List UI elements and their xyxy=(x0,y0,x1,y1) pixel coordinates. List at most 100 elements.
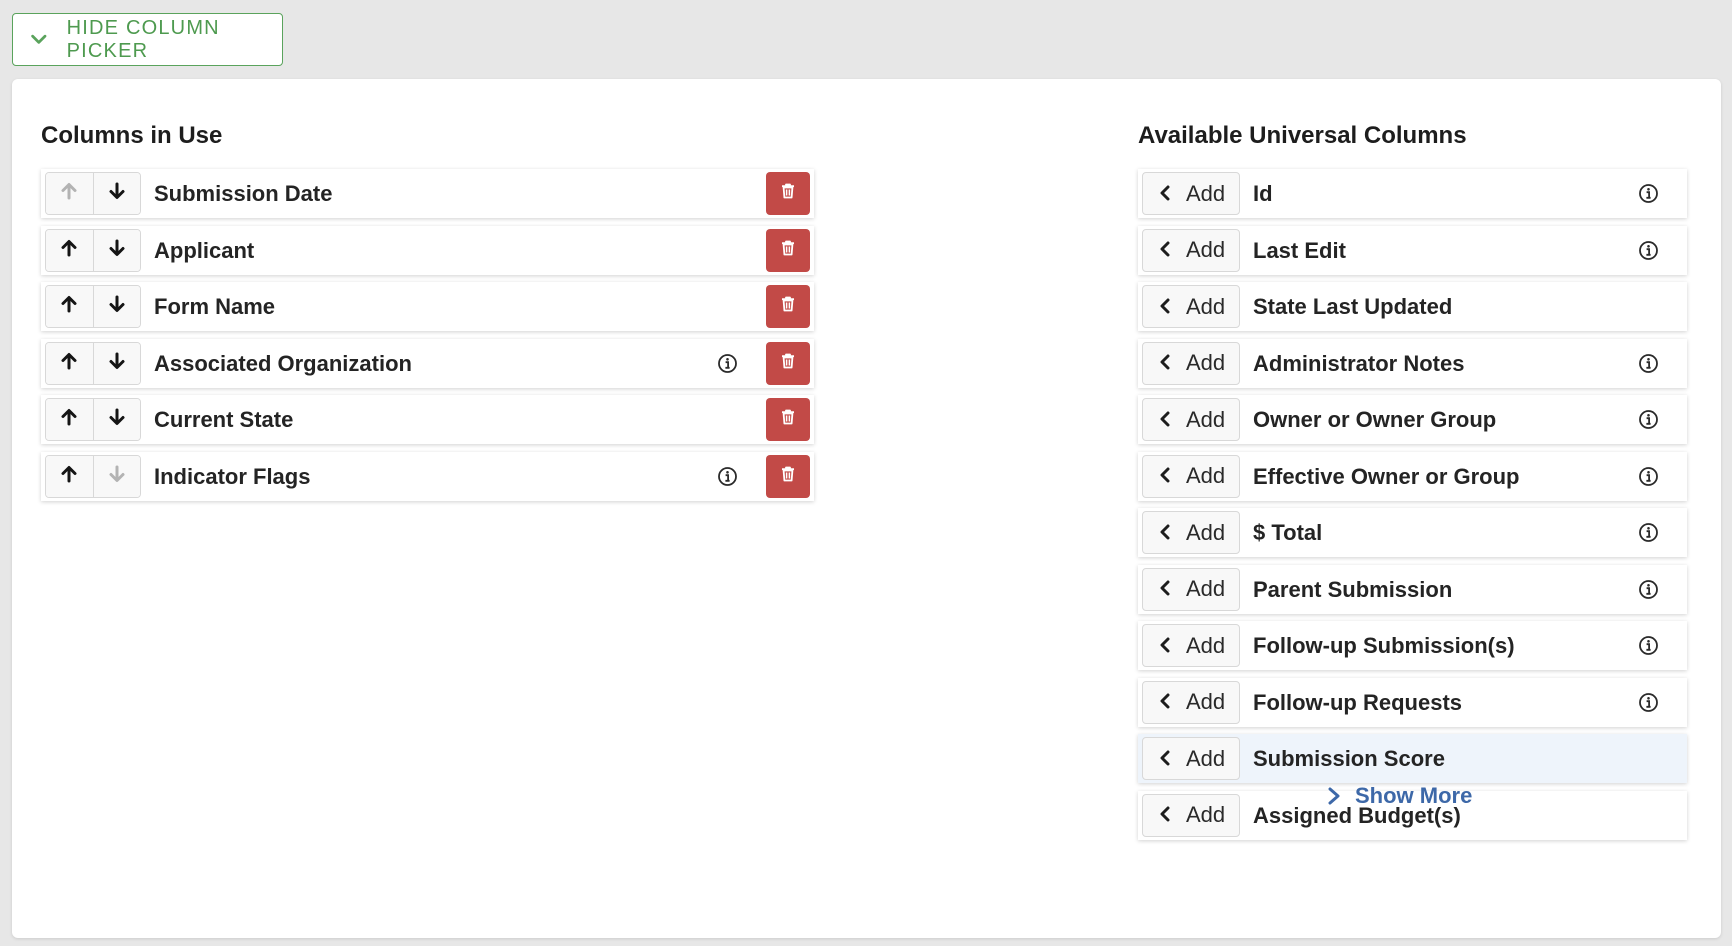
show-more-link[interactable]: Show More xyxy=(1327,783,1472,809)
trash-icon xyxy=(781,409,795,430)
arrow-up-icon xyxy=(60,182,78,205)
hide-column-picker-button[interactable]: HIDE COLUMN PICKER xyxy=(12,13,283,66)
chevron-left-icon xyxy=(1158,802,1186,828)
remove-column-button[interactable] xyxy=(766,285,810,328)
move-down-button[interactable] xyxy=(92,173,140,214)
column-label: $ Total xyxy=(1253,520,1323,545)
column-label: Owner or Owner Group xyxy=(1253,407,1497,432)
arrow-up-icon xyxy=(60,408,78,431)
add-column-button[interactable]: Add xyxy=(1142,624,1240,667)
arrow-down-icon xyxy=(108,295,126,318)
add-label: Add xyxy=(1186,350,1226,375)
available-column-row: Add Administrator Notes xyxy=(1138,338,1687,388)
add-column-button[interactable]: Add xyxy=(1142,228,1240,272)
add-label: Add xyxy=(1186,180,1226,206)
chevron-left-icon xyxy=(1158,237,1186,263)
column-label: Form Name xyxy=(154,294,276,319)
add-column-button[interactable]: Add xyxy=(1142,454,1240,498)
add-label: Add xyxy=(1186,406,1226,432)
column-in-use-row: Indicator Flags xyxy=(41,451,814,501)
chevron-left-icon xyxy=(1158,463,1186,489)
move-up-button[interactable] xyxy=(46,229,93,271)
column-label: State Last Updated xyxy=(1253,294,1453,319)
info-icon[interactable] xyxy=(1638,183,1659,204)
column-label: Last Edit xyxy=(1253,237,1346,263)
chevron-left-icon xyxy=(1158,576,1186,602)
arrow-down-icon xyxy=(108,239,126,262)
move-up-button[interactable] xyxy=(46,342,93,384)
add-column-button[interactable]: Add xyxy=(1142,737,1240,780)
remove-column-button[interactable] xyxy=(766,398,810,441)
add-column-button[interactable]: Add xyxy=(1142,793,1240,837)
add-column-button[interactable]: Add xyxy=(1142,172,1240,215)
column-in-use-row: Applicant xyxy=(41,225,814,275)
info-icon[interactable] xyxy=(717,466,738,487)
add-label: Add xyxy=(1186,576,1226,601)
column-in-use-row: Current State xyxy=(41,395,814,444)
info-icon[interactable] xyxy=(1638,353,1659,374)
arrow-up-icon xyxy=(60,239,78,262)
trash-icon xyxy=(781,183,795,204)
chevron-left-icon xyxy=(1158,350,1186,376)
chevron-right-icon xyxy=(1328,787,1340,805)
remove-column-button[interactable] xyxy=(766,172,810,215)
add-column-button[interactable]: Add xyxy=(1142,398,1240,441)
reorder-controls xyxy=(45,398,141,441)
remove-column-button[interactable] xyxy=(766,454,810,498)
available-column-row: Add Owner or Owner Group xyxy=(1138,395,1687,444)
column-label: Id xyxy=(1253,181,1273,206)
add-column-button[interactable]: Add xyxy=(1142,285,1240,328)
available-columns-title: Available Universal Columns xyxy=(1138,122,1467,149)
trash-icon xyxy=(781,240,795,261)
info-icon[interactable] xyxy=(1638,466,1659,487)
column-picker-panel: Columns in Use Submission Date Applicant F… xyxy=(12,79,1721,938)
column-label: Applicant xyxy=(154,237,255,263)
columns-in-use-title: Columns in Use xyxy=(41,122,223,149)
column-label: Follow-up Requests xyxy=(1253,689,1462,715)
arrow-up-icon xyxy=(60,465,78,488)
remove-column-button[interactable] xyxy=(766,228,810,272)
trash-icon xyxy=(781,466,795,487)
add-column-button[interactable]: Add xyxy=(1142,341,1240,385)
add-column-button[interactable]: Add xyxy=(1142,680,1240,724)
arrow-down-icon xyxy=(108,408,126,431)
info-icon[interactable] xyxy=(1638,522,1659,543)
chevron-left-icon xyxy=(1158,294,1186,320)
available-column-row: Add Submission Score xyxy=(1138,734,1687,783)
move-down-button xyxy=(92,455,140,497)
move-down-button[interactable] xyxy=(92,399,140,440)
info-icon[interactable] xyxy=(1638,409,1659,430)
chevron-left-icon xyxy=(1158,520,1186,546)
move-up-button[interactable] xyxy=(46,399,93,440)
move-down-button[interactable] xyxy=(92,229,140,271)
add-column-button[interactable]: Add xyxy=(1142,567,1240,611)
info-icon[interactable] xyxy=(717,353,738,374)
info-icon[interactable] xyxy=(1638,692,1659,713)
column-label: Follow-up Submission(s) xyxy=(1253,633,1515,658)
add-label: Add xyxy=(1186,802,1226,827)
available-column-row: Add Parent Submission xyxy=(1138,564,1687,614)
move-down-button[interactable] xyxy=(92,286,140,327)
move-down-button[interactable] xyxy=(92,342,140,384)
info-icon[interactable] xyxy=(1638,635,1659,656)
arrow-up-icon xyxy=(60,352,78,375)
info-icon[interactable] xyxy=(1638,240,1659,261)
add-label: Add xyxy=(1186,463,1226,488)
info-icon[interactable] xyxy=(1638,579,1659,600)
add-label: Add xyxy=(1186,519,1226,545)
arrow-up-icon xyxy=(60,295,78,318)
move-up-button[interactable] xyxy=(46,455,93,497)
column-label: Associated Organization xyxy=(154,350,412,376)
reorder-controls xyxy=(45,172,141,215)
chevron-left-icon xyxy=(1158,689,1186,715)
available-column-row: Add State Last Updated xyxy=(1138,282,1687,331)
add-column-button[interactable]: Add xyxy=(1142,511,1240,554)
available-column-row: Add $ Total xyxy=(1138,508,1687,557)
show-more-label: Show More xyxy=(1355,783,1473,808)
available-column-row: Add Follow-up Requests xyxy=(1138,677,1687,727)
add-label: Add xyxy=(1186,237,1226,262)
remove-column-button[interactable] xyxy=(766,341,810,385)
move-up-button[interactable] xyxy=(46,286,93,327)
add-label: Add xyxy=(1186,293,1226,319)
reorder-controls xyxy=(45,228,141,272)
